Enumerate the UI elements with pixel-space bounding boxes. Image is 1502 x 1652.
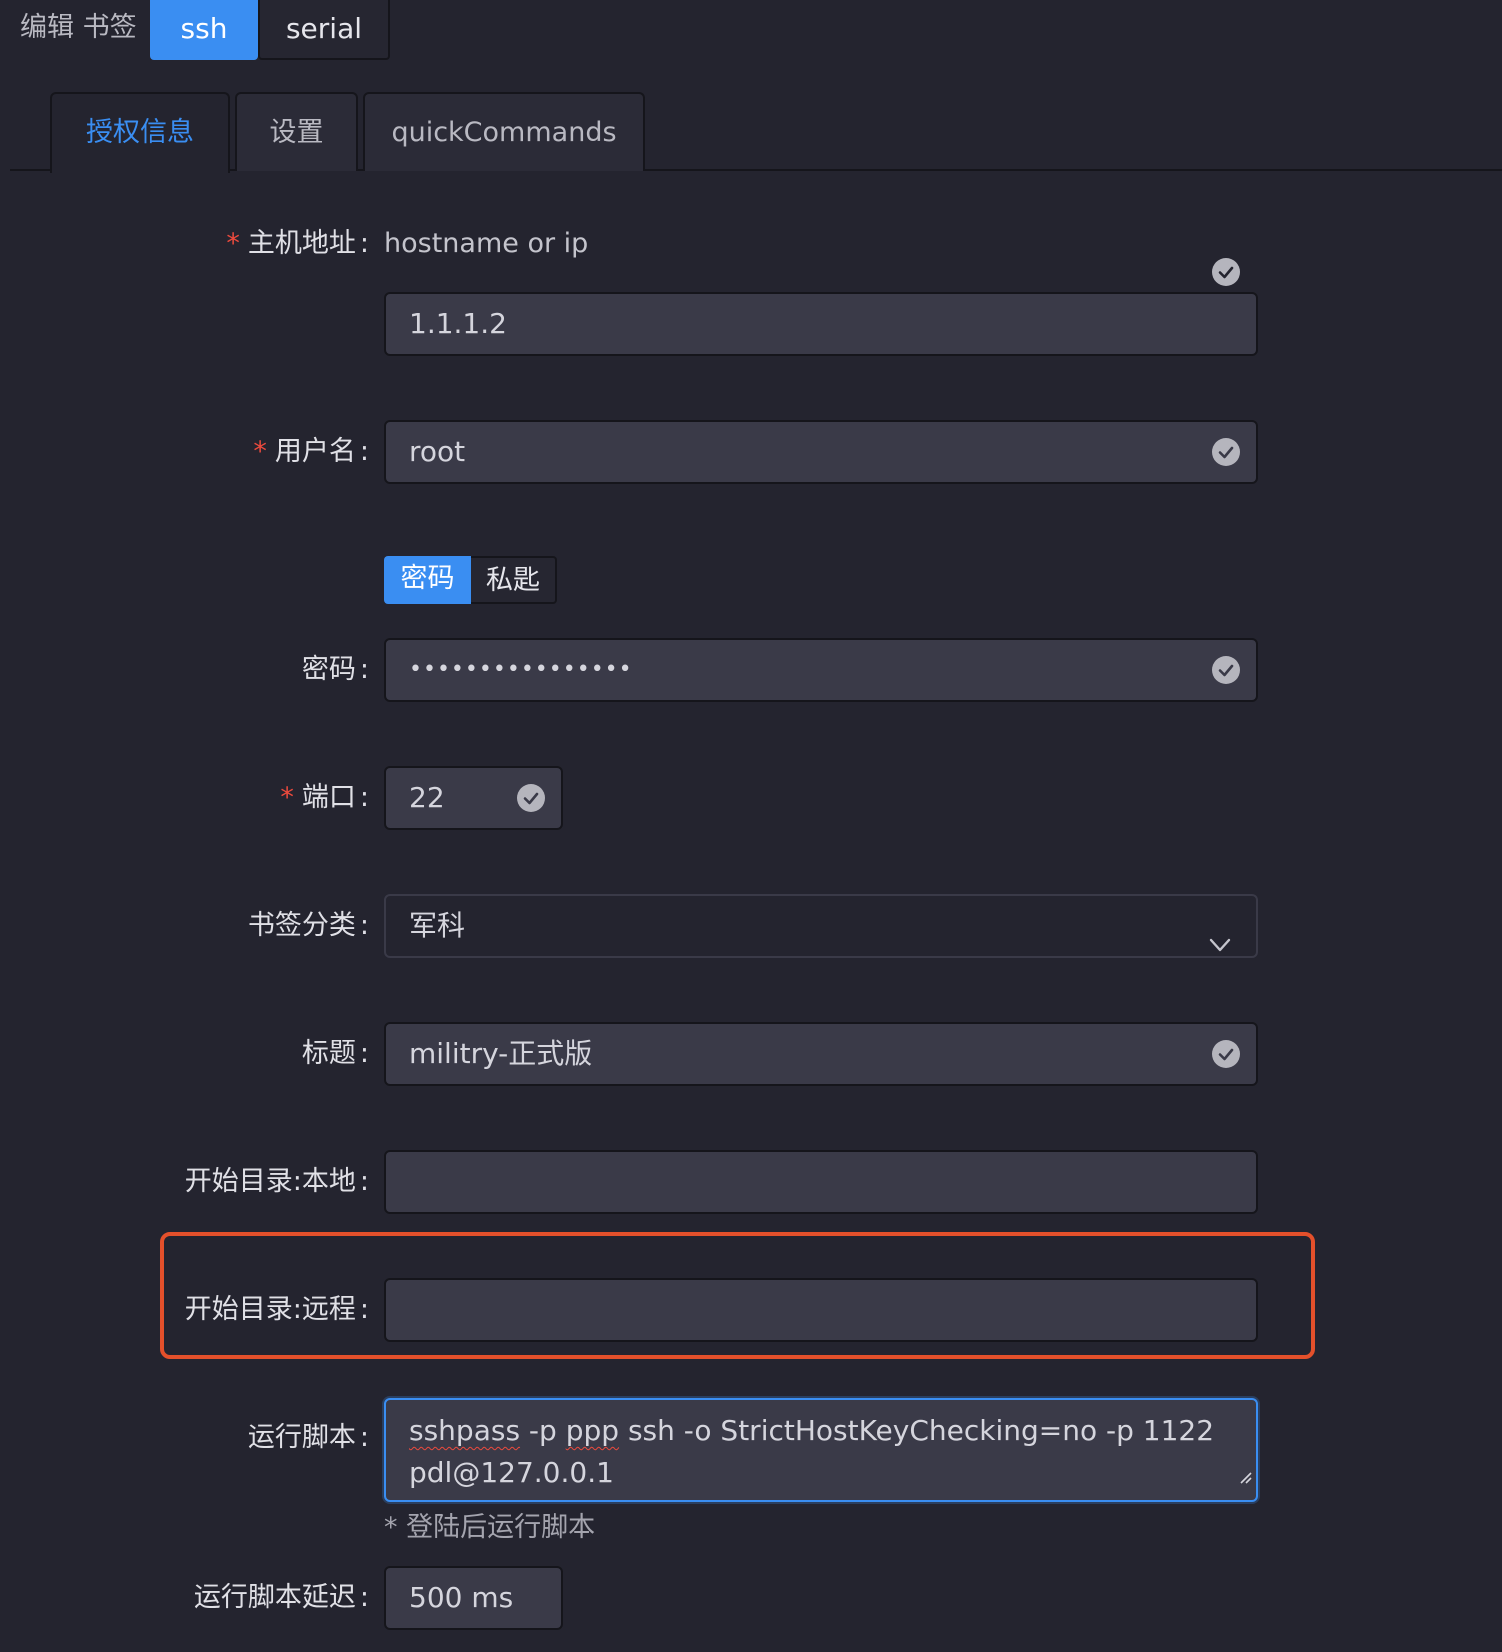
chevron-down-icon — [1208, 916, 1232, 976]
resize-handle-icon[interactable] — [1238, 1454, 1252, 1496]
auth-mode-password[interactable]: 密码 — [384, 556, 471, 604]
run-script-help: * 登陆后运行脚本 — [384, 1512, 596, 1543]
username-input[interactable]: root — [384, 420, 1258, 484]
tab-settings[interactable]: 设置 — [235, 92, 358, 171]
run-script-delay-input[interactable]: 500 ms — [384, 1566, 563, 1630]
run-script-delay-label: 运行脚本延迟: — [193, 1582, 369, 1613]
check-circle-icon — [1212, 656, 1240, 684]
title-value: militry-正式版 — [409, 1037, 593, 1070]
start-dir-remote-input[interactable] — [384, 1278, 1258, 1342]
host-input[interactable]: 1.1.1.2 — [384, 292, 1258, 356]
password-input[interactable]: •••••••••••••••• — [384, 638, 1258, 702]
tab-auth-info[interactable]: 授权信息 — [50, 92, 230, 173]
port-label: * 端口: — [280, 782, 369, 813]
run-script-textarea[interactable]: sshpass -p ppp ssh -o StrictHostKeyCheck… — [384, 1398, 1258, 1502]
tab-serial[interactable]: serial — [258, 0, 390, 60]
category-label: 书签分类: — [247, 910, 369, 941]
password-label: 密码: — [301, 654, 369, 685]
tab-ssh[interactable]: ssh — [150, 0, 258, 60]
start-dir-local-input[interactable] — [384, 1150, 1258, 1214]
username-label: * 用户名: — [253, 436, 369, 467]
page-title: 编辑 书签 — [20, 12, 137, 43]
check-circle-icon — [517, 784, 545, 812]
port-value: 22 — [409, 781, 445, 814]
start-dir-remote-label: 开始目录:远程: — [184, 1294, 369, 1325]
password-value: •••••••••••••••• — [409, 657, 633, 682]
required-mark: * — [226, 228, 240, 259]
tab-quick-commands[interactable]: quickCommands — [363, 92, 645, 171]
port-input[interactable]: 22 — [384, 766, 563, 830]
host-hint: hostname or ip — [384, 228, 589, 259]
check-circle-icon — [1212, 258, 1240, 286]
check-circle-icon — [1212, 438, 1240, 466]
tab-bar-divider — [10, 169, 1502, 171]
host-label: * 主机地址: — [226, 228, 369, 259]
check-circle-icon — [1212, 1040, 1240, 1068]
username-value: root — [409, 435, 466, 468]
auth-mode-private-key[interactable]: 私匙 — [471, 556, 557, 604]
category-select[interactable]: 军科 — [384, 894, 1258, 958]
run-script-label: 运行脚本: — [247, 1422, 369, 1453]
title-input[interactable]: militry-正式版 — [384, 1022, 1258, 1086]
start-dir-local-label: 开始目录:本地: — [184, 1166, 369, 1197]
title-label: 标题: — [301, 1038, 369, 1069]
category-value: 军科 — [409, 909, 466, 942]
